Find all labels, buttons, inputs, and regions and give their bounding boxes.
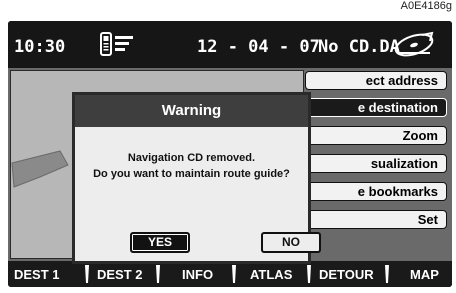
menu-visualization-button[interactable]: sualization — [305, 154, 447, 173]
tab-separator-icon — [307, 265, 311, 283]
menu-set-button[interactable]: Set — [305, 210, 447, 229]
bottom-nav-bar: DEST 1 DEST 2 INFO ATLAS DETOUR MAP — [8, 261, 452, 287]
tab-detour[interactable]: DETOUR — [319, 267, 374, 282]
navigation-disc-icon — [394, 31, 434, 57]
tab-dest-2[interactable]: DEST 2 — [97, 267, 143, 282]
tab-map[interactable]: MAP — [410, 267, 439, 282]
tab-separator-icon — [85, 265, 89, 283]
dialog-title: Warning — [75, 95, 308, 127]
yes-button[interactable]: YES — [130, 232, 190, 253]
tab-dest-1[interactable]: DEST 1 — [14, 267, 60, 282]
warning-dialog: Warning Navigation CD removed. Do you wa… — [72, 92, 321, 264]
phone-signal-icon — [100, 32, 133, 56]
cd-status: No CD.DA — [318, 37, 400, 57]
navigation-screen: 10:30 12 - 04 - 07 No CD.DA ect address — [8, 21, 452, 287]
tab-separator-icon — [385, 265, 389, 283]
menu-select-address-button[interactable]: ect address — [305, 71, 447, 90]
current-date: 12 - 04 - 07 — [197, 37, 320, 57]
map-road-shape — [11, 150, 69, 188]
tab-atlas[interactable]: ATLAS — [250, 267, 292, 282]
tab-info[interactable]: INFO — [182, 267, 213, 282]
figure-code: A0E4186g — [400, 0, 452, 12]
status-bar: 10:30 12 - 04 - 07 No CD.DA — [8, 21, 452, 68]
no-button[interactable]: NO — [261, 232, 321, 253]
menu-bookmarks-button[interactable]: e bookmarks — [305, 182, 447, 201]
dialog-message-line-1: Navigation CD removed. — [127, 152, 256, 164]
menu-destination-button[interactable]: e destination — [305, 98, 447, 117]
clock-time: 10:30 — [14, 37, 66, 57]
tab-separator-icon — [156, 265, 160, 283]
tab-separator-icon — [232, 265, 236, 283]
dialog-message-line-2: Do you want to maintain route guide? — [93, 168, 290, 180]
menu-zoom-button[interactable]: Zoom — [305, 126, 447, 145]
